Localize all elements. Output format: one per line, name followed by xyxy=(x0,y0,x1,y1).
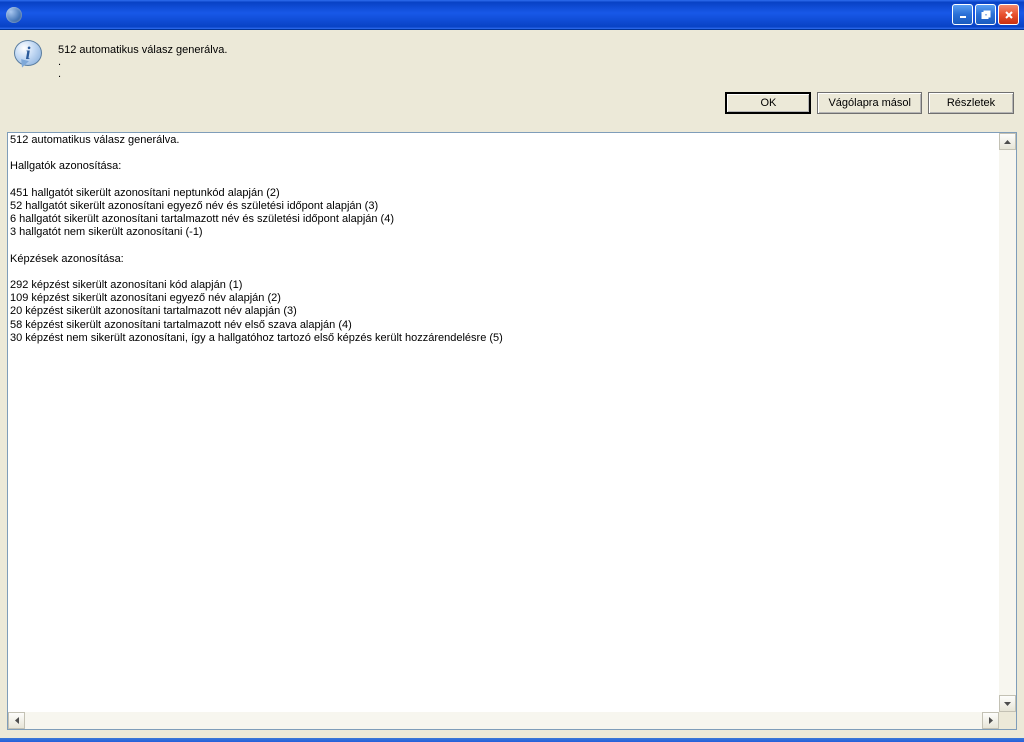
scroll-up-button[interactable] xyxy=(999,133,1016,150)
maximize-button[interactable] xyxy=(975,4,996,25)
window-controls xyxy=(952,4,1019,25)
message-area: i 512 automatikus válasz generálva. . . xyxy=(0,30,1024,88)
scroll-track-v[interactable] xyxy=(999,150,1016,695)
vertical-scrollbar[interactable] xyxy=(999,133,1016,712)
scroll-down-button[interactable] xyxy=(999,695,1016,712)
taskbar-edge xyxy=(0,738,1024,742)
close-button[interactable] xyxy=(998,4,1019,25)
scroll-track-h[interactable] xyxy=(25,712,982,729)
button-row: OK Vágólapra másol Részletek xyxy=(0,88,1024,124)
details-text[interactable]: 512 automatikus válasz generálva. Hallga… xyxy=(8,133,999,712)
horizontal-scrollbar[interactable] xyxy=(8,712,999,729)
scrollbar-corner xyxy=(999,712,1016,729)
details-button[interactable]: Részletek xyxy=(928,92,1014,114)
scroll-right-button[interactable] xyxy=(982,712,999,729)
info-icon: i xyxy=(14,40,46,72)
titlebar-left xyxy=(6,7,26,23)
ok-button[interactable]: OK xyxy=(725,92,811,114)
titlebar xyxy=(0,0,1024,30)
minimize-button[interactable] xyxy=(952,4,973,25)
scroll-left-button[interactable] xyxy=(8,712,25,729)
message-text: 512 automatikus válasz generálva. . . xyxy=(58,40,227,80)
app-icon xyxy=(6,7,22,23)
details-panel: 512 automatikus válasz generálva. Hallga… xyxy=(7,132,1017,730)
copy-clipboard-button[interactable]: Vágólapra másol xyxy=(817,92,922,114)
